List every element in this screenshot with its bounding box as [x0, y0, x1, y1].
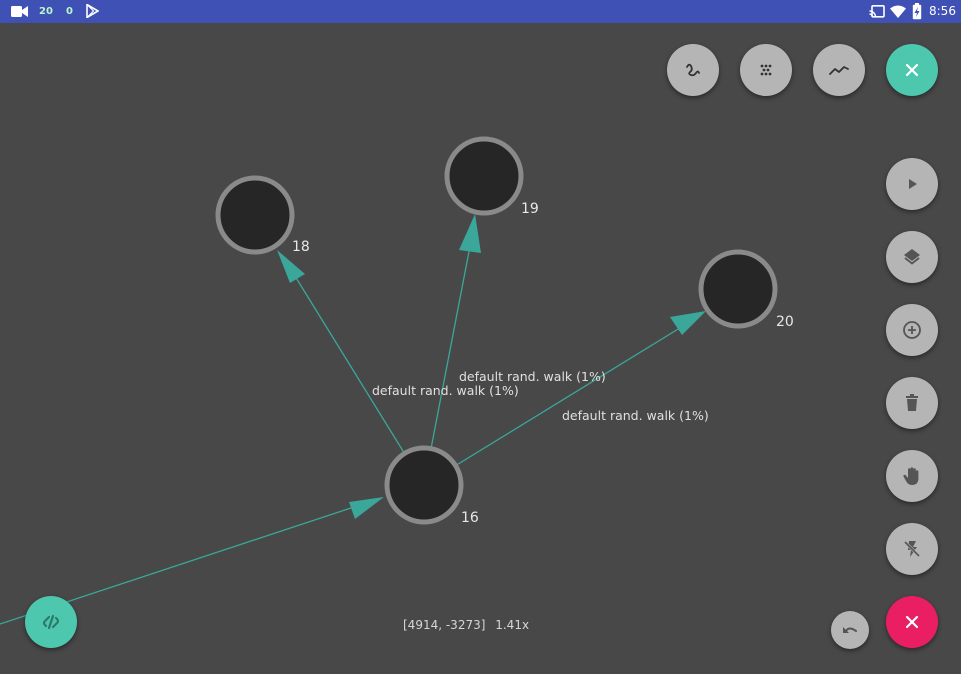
flash-off-icon: [903, 540, 921, 558]
node-19[interactable]: [444, 136, 524, 216]
edge-label-16-19: default rand. walk (1%): [459, 369, 606, 384]
hand-icon: [903, 467, 919, 485]
play-store-icon: [86, 4, 99, 18]
flash-off-button[interactable]: [886, 523, 938, 575]
undo-icon: [843, 627, 857, 633]
coordinates-text: [4914, -3273]: [403, 618, 486, 632]
wifi-icon: [890, 5, 906, 18]
link-edit-icon: [42, 614, 60, 630]
clock: 8:56: [929, 4, 956, 18]
close-icon: [905, 63, 919, 77]
node-label-16: 16: [461, 510, 479, 526]
trend-line-icon: [829, 66, 849, 75]
undo-button[interactable]: [831, 611, 869, 649]
add-node-button[interactable]: [886, 304, 938, 356]
play-button[interactable]: [886, 158, 938, 210]
notification-count-2: 0: [66, 6, 73, 17]
video-camera-icon: [11, 6, 28, 17]
battery-charging-icon: [912, 3, 922, 20]
edge-label-16-20: default rand. walk (1%): [562, 408, 709, 423]
node-16[interactable]: [384, 445, 464, 525]
squiggle-icon: [686, 63, 700, 77]
edge-label-16-18: default rand. walk (1%): [372, 383, 519, 398]
add-circle-icon: [903, 321, 921, 339]
graph-canvas[interactable]: default rand. walk (1%) default rand. wa…: [0, 23, 961, 674]
delete-button[interactable]: [886, 377, 938, 429]
scatter-icon: [760, 64, 772, 76]
pan-button[interactable]: [886, 450, 938, 502]
close-bottom-button[interactable]: [886, 596, 938, 648]
edge-arrowhead-offscreen-16: [349, 497, 384, 519]
layers-icon: [904, 249, 920, 265]
notification-count-1: 20: [39, 6, 53, 17]
cast-icon: [869, 5, 885, 18]
graph-svg[interactable]: default rand. walk (1%) default rand. wa…: [0, 23, 961, 674]
node-20[interactable]: [698, 249, 778, 329]
scatter-mode-button[interactable]: [740, 44, 792, 96]
node-label-20: 20: [776, 314, 794, 330]
edit-link-button[interactable]: [25, 596, 77, 648]
viewport-readout: [4914, -3273] 1.41x: [403, 618, 535, 632]
edge-arrowhead-16-19: [459, 214, 481, 253]
status-bar: 20 0 8:56: [0, 0, 961, 23]
trash-icon: [906, 394, 918, 411]
squiggle-mode-button[interactable]: [667, 44, 719, 96]
node-18[interactable]: [215, 175, 295, 255]
close-top-button[interactable]: [886, 44, 938, 96]
edge-16-20[interactable]: [423, 322, 689, 486]
zoom-text: 1.41x: [495, 618, 530, 632]
trend-mode-button[interactable]: [813, 44, 865, 96]
close-icon: [905, 615, 919, 629]
layers-button[interactable]: [886, 231, 938, 283]
play-icon: [909, 179, 917, 189]
node-label-19: 19: [521, 201, 539, 217]
node-label-18: 18: [292, 239, 310, 255]
